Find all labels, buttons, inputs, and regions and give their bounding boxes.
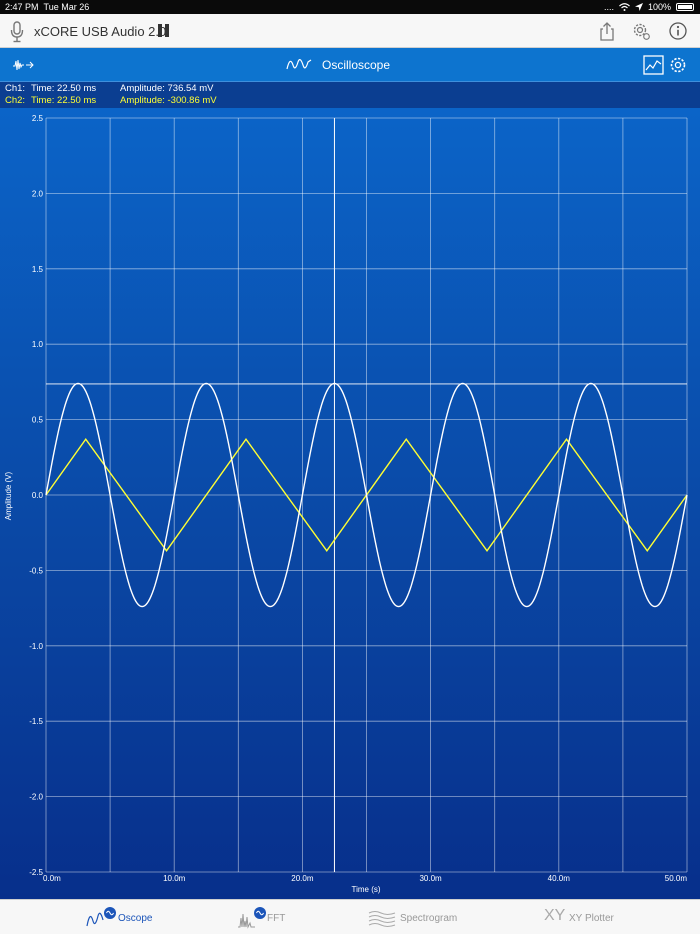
microphone-icon[interactable] xyxy=(10,21,24,43)
ch1-amplitude: Amplitude: 736.54 mV xyxy=(120,83,214,94)
tab-fft[interactable]: FFT xyxy=(175,900,350,934)
x-tick-label: 10.0m xyxy=(163,874,186,883)
x-tick-label: 40.0m xyxy=(548,874,571,883)
status-time: 2:47 PM Tue Mar 26 xyxy=(5,2,89,12)
tab-bar: Oscope FFT Spectrogram XY XY Plotter xyxy=(0,899,700,934)
info-icon[interactable] xyxy=(668,21,688,41)
battery-percent: 100% xyxy=(647,2,671,12)
tab-oscope-label: Oscope xyxy=(118,913,153,924)
y-tick-label: 1.5 xyxy=(32,265,44,274)
ch2-time: Time: 22.50 ms xyxy=(31,95,97,106)
y-tick-label: 1.0 xyxy=(32,340,44,349)
ch1-time: Time: 22.50 ms xyxy=(31,83,97,94)
y-tick-label: -1.0 xyxy=(29,642,43,651)
wifi-icon xyxy=(619,3,630,11)
y-tick-label: 0.5 xyxy=(32,416,44,425)
signal-source-icon[interactable] xyxy=(12,57,36,73)
y-tick-label: 2.0 xyxy=(32,189,44,198)
y-axis-label: Amplitude (V) xyxy=(4,471,13,520)
signal-dots: .... xyxy=(603,2,614,12)
y-tick-label: 2.5 xyxy=(32,114,44,123)
tab-fft-label: FFT xyxy=(267,913,286,924)
chart-view-icon[interactable] xyxy=(643,55,664,75)
device-title: xCORE USB Audio 2.0 xyxy=(34,24,167,39)
tab-spectrogram-label: Spectrogram xyxy=(400,913,458,924)
x-tick-label: 50.0m xyxy=(665,874,688,883)
clock-date: Tue Mar 26 xyxy=(43,2,90,12)
y-tick-label: -2.0 xyxy=(29,793,43,802)
oscope-tab-icon xyxy=(86,907,116,927)
settings-gear-icon[interactable] xyxy=(631,21,651,41)
battery-icon xyxy=(676,3,694,11)
status-bar: 2:47 PM Tue Mar 26 .... 100% xyxy=(0,0,700,14)
location-icon xyxy=(634,3,643,11)
xy-tab-icon: XY xyxy=(544,907,566,924)
scope-title: Oscilloscope xyxy=(322,58,391,72)
y-tick-label: -1.5 xyxy=(29,717,43,726)
scope-settings-gear-icon[interactable] xyxy=(669,56,687,74)
y-tick-label: -2.5 xyxy=(29,868,43,877)
clock-time: 2:47 PM xyxy=(5,2,39,12)
spectrogram-tab-icon xyxy=(368,911,396,927)
status-indicators: .... 100% xyxy=(604,2,694,12)
ch1-label: Ch1: xyxy=(5,83,26,94)
oscilloscope-wave-icon xyxy=(286,59,312,70)
ch2-label: Ch2: xyxy=(5,95,26,106)
y-tick-label: 0.0 xyxy=(32,491,44,500)
x-axis-label: Time (s) xyxy=(351,885,380,894)
share-icon[interactable] xyxy=(597,21,617,41)
plot-background xyxy=(0,108,700,899)
scope-header: Oscilloscope xyxy=(0,48,700,82)
cursor-readout: Ch1: Time: 22.50 ms Amplitude: 736.54 mV… xyxy=(0,82,700,108)
fft-tab-icon xyxy=(238,907,266,929)
nav-bar: xCORE USB Audio 2.0 xyxy=(0,14,700,48)
x-tick-label: 30.0m xyxy=(419,874,442,883)
x-tick-label: 20.0m xyxy=(291,874,314,883)
tab-spectrogram[interactable]: Spectrogram xyxy=(350,900,525,934)
tab-xy-plotter-label: XY Plotter xyxy=(569,913,614,924)
pause-button[interactable] xyxy=(157,24,170,37)
x-tick-label: 0.0m xyxy=(43,874,61,883)
ch2-amplitude: Amplitude: -300.86 mV xyxy=(120,95,217,106)
tab-xy-plotter[interactable]: XY XY Plotter xyxy=(525,900,700,934)
y-tick-label: -0.5 xyxy=(29,566,43,575)
tab-oscope[interactable]: Oscope xyxy=(0,900,175,934)
oscilloscope-plot[interactable]: 2.5 2.0 1.5 1.0 0.5 0.0 -0.5 -1.0 -1.5 -2.0 -2.5 0… xyxy=(0,108,700,899)
